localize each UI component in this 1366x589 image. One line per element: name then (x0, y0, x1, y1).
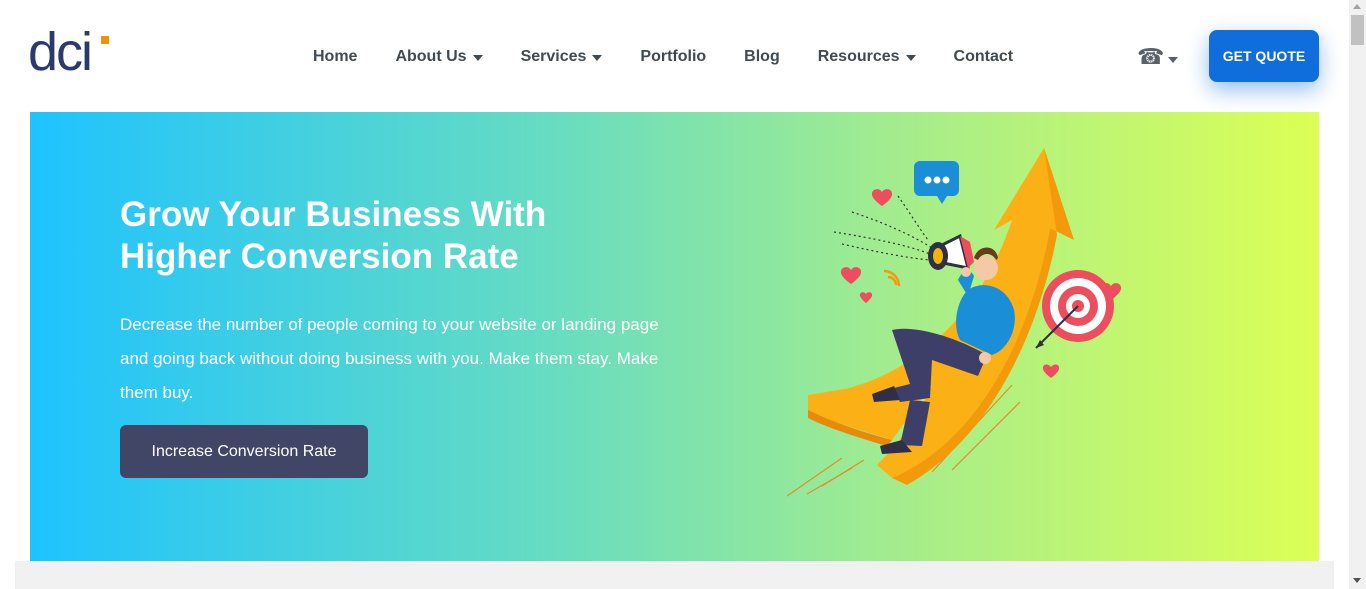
scroll-down-arrow-icon[interactable] (1353, 578, 1361, 583)
nav-item-services[interactable]: Services (521, 48, 603, 66)
phone-icon: ☎ (1137, 45, 1165, 70)
growth-illustration (786, 148, 1122, 497)
nav-item-about-us[interactable]: About Us (395, 48, 483, 66)
hero-title-line: Higher Conversion Rate (120, 237, 519, 276)
get-quote-button[interactable]: GET QUOTE (1209, 30, 1319, 82)
nav-item-label: Home (313, 48, 358, 65)
scrollbar-thumb[interactable] (1351, 15, 1364, 45)
caret-down-icon (592, 54, 603, 61)
scroll-up-arrow-icon[interactable] (1353, 4, 1361, 9)
hero-banner: Grow Your Business With Higher Conversio… (30, 112, 1319, 561)
sound-dots (833, 195, 933, 261)
main-nav: Home About Us Services Portfolio Blog Re… (313, 44, 1051, 70)
nav-item-portfolio[interactable]: Portfolio (640, 48, 706, 66)
megaphone-icon (928, 233, 974, 270)
signal-icon (883, 269, 901, 287)
next-section-edge (15, 561, 1334, 589)
nav-item-label: Contact (953, 48, 1014, 65)
hero-title-line: Grow Your Business With (120, 195, 547, 234)
hero-title: Grow Your Business With Higher Conversio… (120, 194, 680, 278)
logo-text: dci (28, 22, 93, 82)
page: dci Home About Us Services Portfolio Blo… (0, 0, 1349, 589)
site-header: dci Home About Us Services Portfolio Blo… (0, 0, 1349, 112)
logo-accent-dot (101, 36, 109, 44)
increase-conversion-rate-button[interactable]: Increase Conversion Rate (120, 425, 368, 478)
nav-item-resources[interactable]: Resources (818, 48, 916, 66)
nav-item-label: Services (520, 48, 587, 65)
logo[interactable]: dci (28, 25, 118, 82)
nav-item-label: About Us (395, 48, 467, 65)
nav-item-blog[interactable]: Blog (744, 48, 780, 66)
nav-item-label: Blog (744, 48, 780, 65)
nav-item-label: Portfolio (640, 48, 707, 65)
nav-item-home[interactable]: Home (313, 48, 357, 66)
caret-down-icon (905, 54, 916, 61)
chat-bubble-icon (914, 161, 959, 204)
caret-down-icon (1168, 57, 1179, 63)
vertical-scrollbar[interactable] (1349, 0, 1366, 589)
nav-item-label: Resources (817, 48, 900, 65)
hero-description: Decrease the number of people coming to … (120, 315, 659, 402)
phone-dropdown[interactable]: ☎ (1137, 45, 1179, 70)
nav-item-contact[interactable]: Contact (954, 48, 1014, 66)
target-icon (1035, 270, 1114, 349)
caret-down-icon (472, 54, 483, 61)
